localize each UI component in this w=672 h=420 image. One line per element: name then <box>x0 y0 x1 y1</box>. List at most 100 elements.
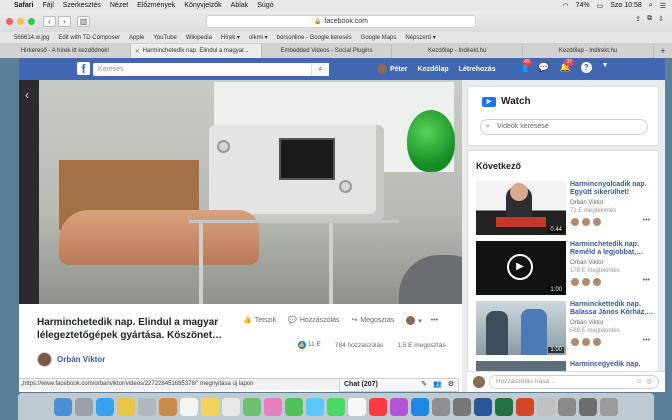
author-avatar[interactable] <box>37 352 52 367</box>
item-author[interactable]: Orbán Viktor <box>570 320 604 326</box>
item-title[interactable]: Harminchetedik nap. Reméld a legjobbat,… <box>570 241 658 257</box>
reminders-icon[interactable] <box>222 397 240 416</box>
tab-indirekt-1[interactable]: Kezdőlap - Indirekt.hu <box>392 44 524 58</box>
list-item[interactable]: ▶ 1:00 Harminchetedik nap. Reméld a legj… <box>476 241 656 297</box>
app-icon[interactable] <box>453 397 471 416</box>
menu-view[interactable]: Nézet <box>110 2 128 9</box>
watch-title[interactable]: ▶ Watch <box>482 96 531 107</box>
bookmark-item[interactable]: Népszerű ▾ <box>405 34 435 41</box>
bookmark-item[interactable]: 566614.w.jpg <box>14 35 49 41</box>
shares-count[interactable]: 1,5 E megosztás <box>397 342 445 349</box>
calendar-icon[interactable] <box>180 397 198 416</box>
maps-icon[interactable] <box>243 397 261 416</box>
likes-count[interactable]: 👍 11 E <box>298 341 321 349</box>
menu-edit[interactable]: Szerkesztés <box>63 2 101 9</box>
video-search-input[interactable]: ⌕ Videók keresése <box>480 119 648 135</box>
powerpoint-icon[interactable] <box>516 397 534 416</box>
fb-search-input[interactable]: Keresés ⌕ <box>93 63 329 76</box>
more-dots-icon[interactable]: ••• <box>431 317 438 324</box>
video-thumbnail[interactable]: 0:44 <box>476 181 566 235</box>
item-author[interactable]: Orbán Viktor <box>570 260 604 266</box>
clock[interactable]: Szo 10:58 <box>610 2 642 9</box>
video-player[interactable]: ‹ <box>19 80 462 304</box>
menu-help[interactable]: Súgó <box>257 2 273 9</box>
minimize-window-button[interactable] <box>17 18 24 25</box>
video-thumbnail[interactable]: 1:00 <box>476 301 566 355</box>
previous-arrow-icon[interactable]: ‹ <box>25 88 29 102</box>
podcasts-icon[interactable] <box>390 397 408 416</box>
messenger-icon[interactable]: 💬 <box>538 62 549 73</box>
back-button[interactable]: ‹ <box>43 16 56 27</box>
numbers-icon[interactable] <box>327 397 345 416</box>
menu-bookmarks[interactable]: Könyvjelzők <box>184 2 221 9</box>
notes-icon[interactable] <box>201 397 219 416</box>
word-icon[interactable] <box>474 397 492 416</box>
fb-create-link[interactable]: Létrehozás <box>459 66 496 73</box>
app-icon[interactable] <box>579 397 597 416</box>
close-window-button[interactable] <box>6 18 13 25</box>
battery-percent[interactable]: 74% <box>576 2 590 9</box>
share-button[interactable]: ↪ Megosztás <box>352 316 395 325</box>
menu-file[interactable]: Fájl <box>42 2 53 9</box>
post-as-selector[interactable]: ▾ ••• <box>406 316 438 325</box>
item-title[interactable]: Harminckettedik nap. Balassa János Kórhá… <box>570 301 658 317</box>
bookmark-item[interactable]: olkmi ▾ <box>249 34 268 41</box>
bookmark-item[interactable]: Wikipedia <box>186 35 212 41</box>
friend-requests-icon[interactable]: 👥 49 <box>517 59 532 73</box>
tab-indirekt-2[interactable]: Kezdőlap - Indirekt.hu <box>523 44 654 58</box>
fb-profile-link[interactable]: Péter <box>377 64 408 74</box>
item-title[interactable]: Harmincnyolcadik nap. Együtt sikerülhet! <box>570 181 658 197</box>
emoji-icon[interactable]: ☺ <box>636 376 643 388</box>
trash-icon[interactable] <box>600 397 618 416</box>
facetime-icon[interactable] <box>285 397 303 416</box>
more-dots-icon[interactable]: ••• <box>643 337 650 344</box>
bookmark-item[interactable]: YouTube <box>153 35 177 41</box>
music-icon[interactable] <box>369 397 387 416</box>
camera-icon[interactable]: ◎ <box>646 376 652 388</box>
forward-button[interactable]: › <box>58 16 71 27</box>
video-author[interactable]: Orbán Viktor <box>37 352 105 367</box>
contacts-icon[interactable]: 👥 <box>433 379 442 391</box>
comment-input[interactable]: Hozzászólás írása… ☺ ◎ <box>489 375 659 389</box>
system-preferences-icon[interactable] <box>432 397 450 416</box>
list-item[interactable]: 1:00 Harminckettedik nap. Balassa János … <box>476 301 656 357</box>
more-dots-icon[interactable]: ••• <box>643 217 650 224</box>
messages-icon[interactable] <box>306 397 324 416</box>
launchpad-icon[interactable] <box>75 397 93 416</box>
photos-icon[interactable] <box>264 397 282 416</box>
sidebar-toggle-button[interactable]: ▥ <box>77 16 90 27</box>
menu-list-icon[interactable]: ☰ <box>660 2 666 10</box>
compose-icon[interactable]: ✎ <box>421 379 427 391</box>
tab-hirkereso[interactable]: Hírkereső - A hírek itt kezdődnek! <box>0 44 131 58</box>
address-bar[interactable]: 🔒 facebook.com <box>206 15 476 28</box>
menu-safari[interactable]: Safari <box>14 2 33 9</box>
safari-icon[interactable] <box>96 397 114 416</box>
item-title[interactable]: Harmincegyedik nap. <box>570 361 658 369</box>
app-icon[interactable] <box>159 397 177 416</box>
account-menu-icon[interactable]: ▼ <box>602 62 609 73</box>
author-name[interactable]: Orbán Viktor <box>57 355 105 364</box>
menu-window[interactable]: Ablak <box>231 2 249 9</box>
help-icon[interactable]: ? <box>580 62 592 73</box>
wifi-icon[interactable]: ◠ <box>563 2 569 10</box>
comment-button[interactable]: 💬 Hozzászólás <box>288 316 339 325</box>
downloads-icon[interactable]: ⇩ <box>658 15 664 23</box>
app-icon[interactable] <box>138 397 156 416</box>
play-icon[interactable]: ▶ <box>507 254 533 280</box>
more-dots-icon[interactable]: ••• <box>643 277 650 284</box>
bookmark-item[interactable]: borsonline - Google keresés <box>277 35 352 41</box>
facebook-logo[interactable]: f <box>77 62 90 76</box>
finder-icon[interactable] <box>54 397 72 416</box>
app-store-icon[interactable] <box>411 397 429 416</box>
chat-bar[interactable]: Chat (207) ✎ 👥 ⚙ <box>339 378 459 392</box>
list-item[interactable]: 0:44 Harmincnyolcadik nap. Együtt sikerü… <box>476 181 656 237</box>
app-icon[interactable] <box>348 397 366 416</box>
fb-search-button[interactable]: ⌕ <box>311 63 329 76</box>
like-button[interactable]: 👍 Tetszik <box>243 316 276 325</box>
close-tab-icon[interactable]: ✕ <box>135 48 140 55</box>
tab-video-active[interactable]: ✕ Harminchetedik nap. Elindul a magyar... <box>130 44 262 58</box>
item-author[interactable]: Orbán Viktor <box>570 200 604 206</box>
video-thumbnail[interactable]: ▶ 1:00 <box>476 241 566 295</box>
zoom-window-button[interactable] <box>28 18 35 25</box>
tab-embedded-videos[interactable]: Embedded Videos - Social Plugins <box>262 44 393 58</box>
